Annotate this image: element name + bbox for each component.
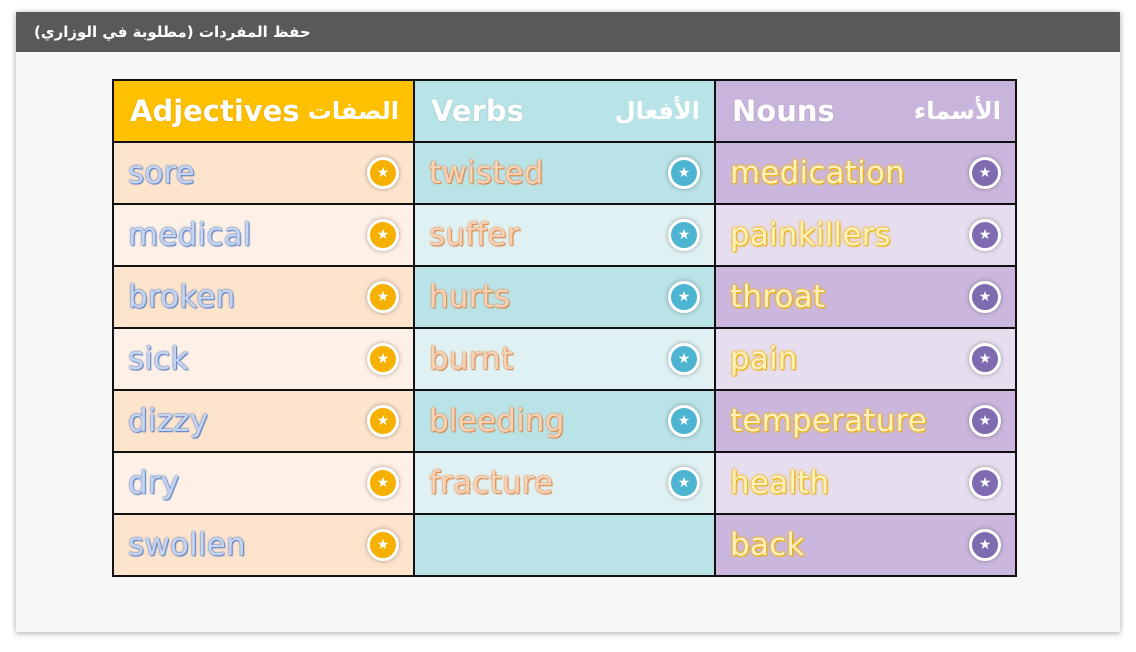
noun-word: painkillers [730,216,891,253]
adjective-cell: broken ★ [112,265,415,329]
adjective-word: sore [128,154,196,191]
vocabulary-card: حفظ المفردات (مطلوبة في الوزاري) Adjecti… [16,12,1120,632]
adjective-cell: swollen ★ [112,513,415,577]
adjective-cell: medical ★ [112,203,415,267]
verb-word: hurts [429,278,511,315]
adjective-word: medical [128,216,252,253]
star-icon[interactable]: ★ [668,343,700,375]
adjective-word: dry [128,464,180,501]
verb-word: suffer [429,216,520,253]
adjectives-header: Adjectives الصفات [112,79,415,143]
verb-cell: fracture ★ [413,451,716,515]
adjectives-header-en: Adjectives [130,94,300,128]
verb-cell: twisted ★ [413,141,716,205]
adjective-cell: dizzy ★ [112,389,415,453]
star-icon[interactable]: ★ [969,281,1001,313]
noun-cell: health ★ [714,451,1017,515]
verb-cell: burnt ★ [413,327,716,391]
verb-word: twisted [429,154,544,191]
verb-cell: suffer ★ [413,203,716,267]
noun-cell: pain ★ [714,327,1017,391]
verbs-header: Verbs الأفعال [413,79,716,143]
vocabulary-table: Adjectives الصفات Verbs الأفعال Nouns ال… [112,79,1017,577]
verb-word: bleeding [429,402,565,439]
table-row: medical ★ suffer ★ painkillers ★ [112,203,1017,267]
star-icon[interactable]: ★ [969,467,1001,499]
star-icon[interactable]: ★ [969,405,1001,437]
noun-word: temperature [730,402,928,439]
star-icon[interactable]: ★ [367,467,399,499]
noun-cell: temperature ★ [714,389,1017,453]
star-icon[interactable]: ★ [969,157,1001,189]
noun-cell: painkillers ★ [714,203,1017,267]
table-row: dry ★ fracture ★ health ★ [112,451,1017,515]
star-icon[interactable]: ★ [969,219,1001,251]
verbs-header-ar: الأفعال [614,97,700,125]
star-icon[interactable]: ★ [668,405,700,437]
verb-cell: hurts ★ [413,265,716,329]
adjective-word: broken [128,278,236,315]
adjective-cell: sick ★ [112,327,415,391]
adjective-word: sick [128,340,189,377]
noun-word: throat [730,278,826,315]
star-icon[interactable]: ★ [367,157,399,189]
verb-cell: bleeding ★ [413,389,716,453]
card-header: حفظ المفردات (مطلوبة في الوزاري) [16,12,1120,52]
nouns-header-en: Nouns [732,94,835,128]
star-icon[interactable]: ★ [367,343,399,375]
adjective-cell: sore ★ [112,141,415,205]
star-icon[interactable]: ★ [367,529,399,561]
star-icon[interactable]: ★ [969,343,1001,375]
noun-word: pain [730,340,798,377]
verb-word: fracture [429,464,554,501]
table-row: sore ★ twisted ★ medication ★ [112,141,1017,205]
star-icon[interactable]: ★ [668,281,700,313]
adjective-word: dizzy [128,402,209,439]
table-row: sick ★ burnt ★ pain ★ [112,327,1017,391]
noun-word: back [730,526,805,563]
noun-cell: back ★ [714,513,1017,577]
star-icon[interactable]: ★ [668,157,700,189]
table-row: broken ★ hurts ★ throat ★ [112,265,1017,329]
adjective-cell: dry ★ [112,451,415,515]
noun-word: medication [730,154,905,191]
star-icon[interactable]: ★ [668,467,700,499]
star-icon[interactable]: ★ [969,529,1001,561]
noun-cell: medication ★ [714,141,1017,205]
table-header-row: Adjectives الصفات Verbs الأفعال Nouns ال… [112,79,1017,143]
table-row: swollen ★ back ★ [112,513,1017,577]
star-icon[interactable]: ★ [367,219,399,251]
verb-cell [413,513,716,577]
card-title: حفظ المفردات (مطلوبة في الوزاري) [34,23,311,41]
adjective-word: swollen [128,526,246,563]
star-icon[interactable]: ★ [367,405,399,437]
verb-word: burnt [429,340,514,377]
adjectives-header-ar: الصفات [307,97,399,125]
noun-word: health [730,464,830,501]
table-row: dizzy ★ bleeding ★ temperature ★ [112,389,1017,453]
verbs-header-en: Verbs [431,94,524,128]
noun-cell: throat ★ [714,265,1017,329]
star-icon[interactable]: ★ [367,281,399,313]
nouns-header-ar: الأسماء [913,97,1001,125]
star-icon[interactable]: ★ [668,219,700,251]
nouns-header: Nouns الأسماء [714,79,1017,143]
